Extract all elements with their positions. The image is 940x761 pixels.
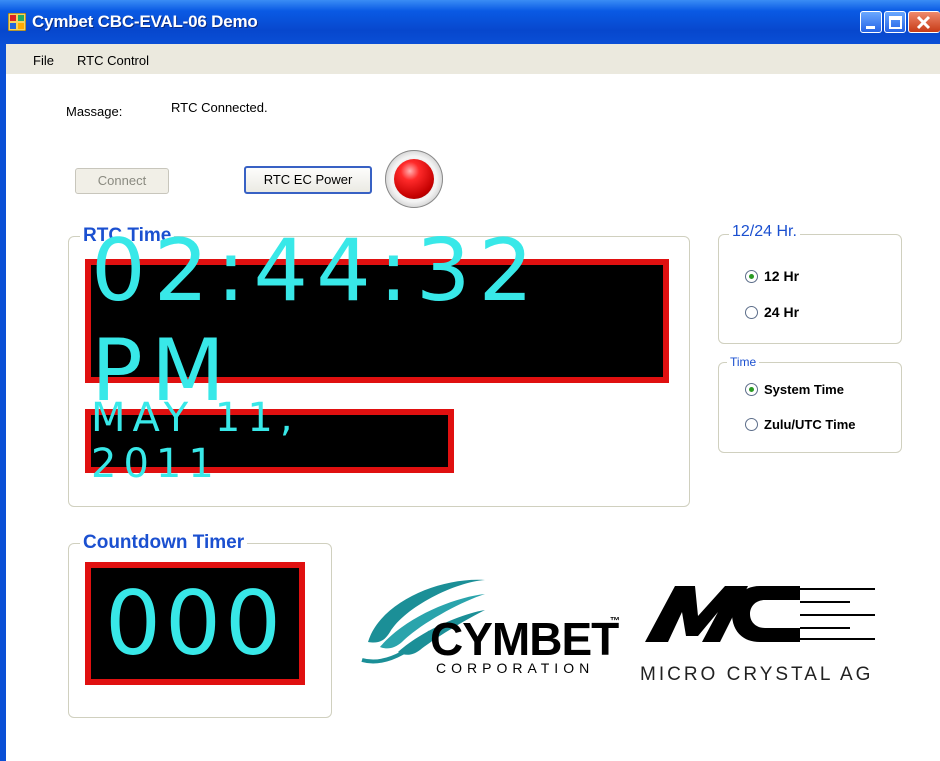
message-label: Massage: bbox=[66, 104, 123, 119]
maximize-icon bbox=[889, 16, 902, 29]
close-button[interactable] bbox=[908, 11, 940, 33]
countdown-timer-title: Countdown Timer bbox=[80, 532, 248, 554]
radio-12hr-dot[interactable] bbox=[745, 270, 758, 283]
menu-rtc-control[interactable]: RTC Control bbox=[77, 53, 149, 68]
cymbet-tm: ™ bbox=[610, 616, 620, 627]
close-icon bbox=[916, 15, 931, 30]
countdown-value: 000 bbox=[105, 572, 285, 675]
hour-format-title: 12/24 Hr. bbox=[729, 223, 800, 241]
radio-system-time[interactable]: System Time bbox=[745, 382, 844, 397]
radio-24hr[interactable]: 24 Hr bbox=[745, 304, 799, 320]
micro-crystal-mark-text: MC bbox=[640, 384, 642, 385]
radio-zulu-utc-time-label: Zulu/UTC Time bbox=[764, 417, 856, 432]
radio-zulu-utc-time-dot[interactable] bbox=[745, 418, 758, 431]
rtc-date-display: MAY 11, 2011 bbox=[85, 395, 454, 487]
maximize-button[interactable] bbox=[884, 11, 906, 33]
window-left-border bbox=[0, 0, 6, 761]
radio-12hr[interactable]: 12 Hr bbox=[745, 268, 799, 284]
minimize-icon bbox=[866, 26, 875, 29]
minimize-button[interactable] bbox=[860, 11, 882, 33]
connect-button[interactable]: Connect bbox=[75, 168, 169, 194]
radio-12hr-label: 12 Hr bbox=[764, 268, 800, 284]
title-bar[interactable]: Cymbet CBC-EVAL-06 Demo bbox=[0, 0, 940, 44]
rtc-time-display: 02:44:32 PM bbox=[85, 221, 669, 421]
menu-file[interactable]: File bbox=[33, 53, 54, 68]
time-source-group bbox=[718, 362, 902, 453]
radio-zulu-utc-time[interactable]: Zulu/UTC Time bbox=[745, 417, 855, 432]
led-red-light bbox=[394, 159, 434, 199]
micro-crystal-mark bbox=[645, 586, 875, 642]
power-led-indicator bbox=[385, 150, 443, 208]
rtc-time-value: 02:44:32 PM bbox=[91, 221, 542, 421]
micro-crystal-logo: MC MICRO CRYSTAL AG bbox=[640, 584, 880, 692]
window-title: Cymbet CBC-EVAL-06 Demo bbox=[32, 12, 258, 31]
hour-format-group bbox=[718, 234, 902, 344]
cymbet-corporation-text: CORPORATION bbox=[436, 660, 595, 676]
cymbet-logo: CYMBET ™ CORPORATION bbox=[360, 572, 650, 684]
rtc-ec-power-button[interactable]: RTC EC Power bbox=[244, 166, 372, 194]
radio-24hr-dot[interactable] bbox=[745, 306, 758, 319]
time-source-title: Time bbox=[727, 355, 760, 369]
message-value: RTC Connected. bbox=[171, 100, 268, 115]
cymbet-logo-text: CYMBET bbox=[430, 613, 619, 665]
countdown-display: 000 bbox=[85, 562, 305, 685]
radio-24hr-label: 24 Hr bbox=[764, 304, 800, 320]
radio-system-time-dot[interactable] bbox=[745, 383, 758, 396]
radio-system-time-label: System Time bbox=[764, 382, 844, 397]
menu-bar: File RTC Control bbox=[6, 44, 940, 74]
micro-crystal-text: MICRO CRYSTAL AG bbox=[640, 664, 874, 685]
rtc-date-value: MAY 11, 2011 bbox=[91, 395, 300, 487]
app-icon bbox=[8, 13, 26, 31]
